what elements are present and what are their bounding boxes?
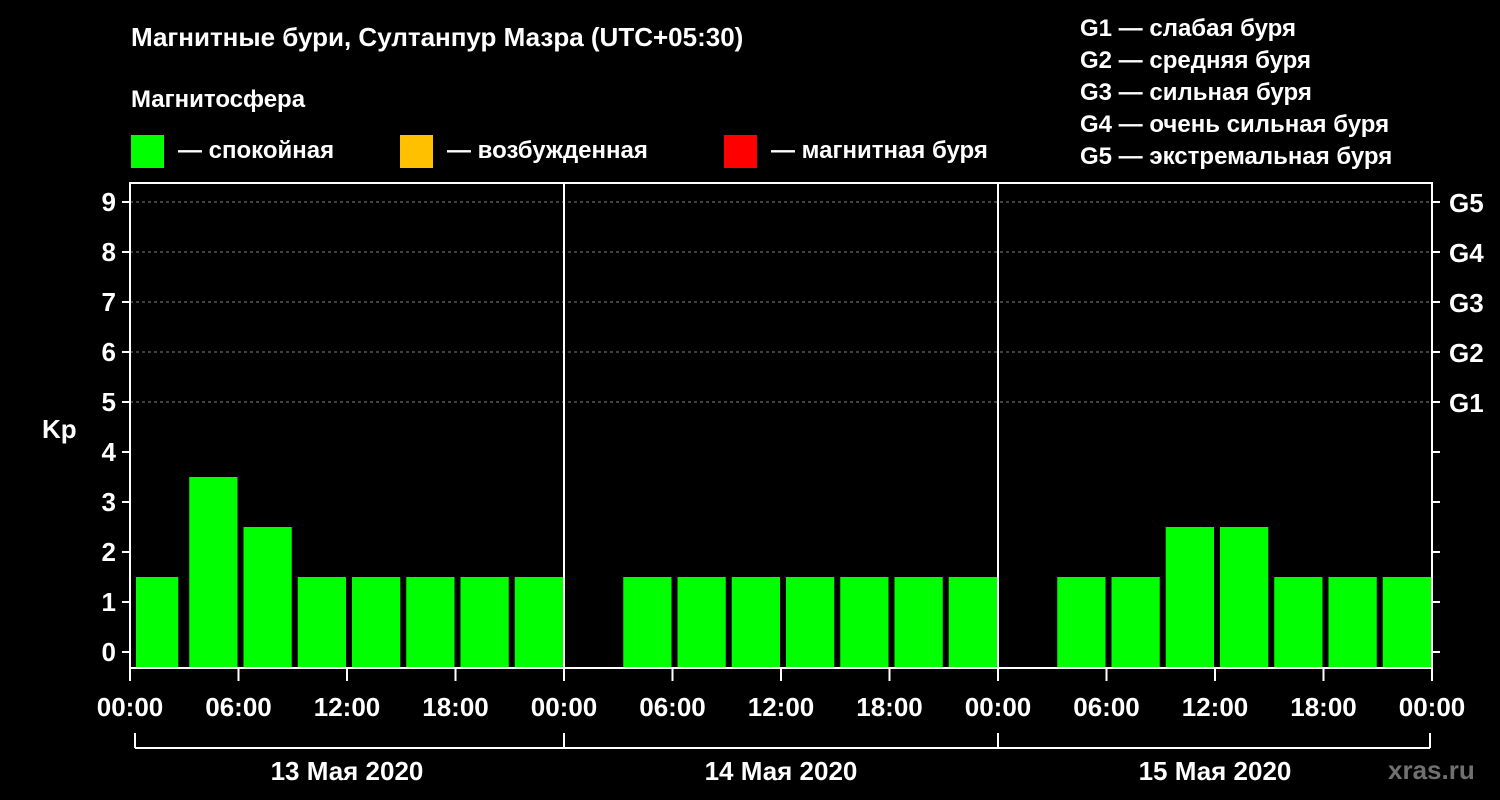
- bar: [297, 577, 346, 667]
- x-tick-label: 12:00: [748, 692, 815, 722]
- x-tick-label: 00:00: [97, 692, 164, 722]
- bar: [1111, 577, 1160, 667]
- bar: [677, 577, 726, 667]
- bar: [840, 577, 889, 667]
- y-tick-label: 3: [102, 487, 116, 517]
- y-tick-label: 9: [102, 187, 116, 217]
- x-tick-label: 06:00: [205, 692, 272, 722]
- right-axis-label-g4: G4: [1449, 238, 1484, 268]
- bar: [1328, 577, 1377, 667]
- bar: [460, 577, 509, 667]
- bar: [243, 527, 292, 667]
- bar: [189, 477, 238, 667]
- bar: [514, 577, 563, 667]
- x-tick-label: 00:00: [965, 692, 1032, 722]
- y-tick-label: 0: [102, 637, 116, 667]
- bar: [352, 577, 401, 667]
- day-label: 15 Мая 2020: [1139, 756, 1292, 786]
- right-axis-label-g3: G3: [1449, 288, 1484, 318]
- x-tick-label: 18:00: [1290, 692, 1357, 722]
- right-axis-label-g5: G5: [1449, 188, 1484, 218]
- bar: [623, 577, 672, 667]
- day-label: 14 Мая 2020: [705, 756, 858, 786]
- y-tick-label: 6: [102, 337, 116, 367]
- x-tick-label: 18:00: [422, 692, 489, 722]
- y-tick-label: 2: [102, 537, 116, 567]
- x-tick-label: 18:00: [856, 692, 923, 722]
- bar: [1274, 577, 1323, 667]
- bar: [731, 577, 780, 667]
- y-tick-label: 1: [102, 587, 116, 617]
- y-tick-label: 4: [102, 437, 117, 467]
- bar: [1165, 527, 1214, 667]
- right-axis-label-g2: G2: [1449, 338, 1484, 368]
- x-tick-label: 06:00: [1073, 692, 1140, 722]
- y-tick-label: 8: [102, 237, 116, 267]
- bar: [1220, 527, 1269, 667]
- y-tick-label: 7: [102, 287, 116, 317]
- bar: [406, 577, 455, 667]
- kp-chart: 0 1 2 3 4 5 6 7 8 9 G1 G2 G3 G4 G5 00:00 06:00 12:00 18:00…: [97, 182, 1484, 786]
- y-tick-label: 5: [102, 387, 116, 417]
- x-tick-label: 00:00: [1399, 692, 1466, 722]
- right-axis-label-g1: G1: [1449, 388, 1484, 418]
- x-tick-label: 12:00: [314, 692, 381, 722]
- bar: [948, 577, 997, 667]
- bar: [1382, 577, 1431, 667]
- bar: [136, 577, 179, 667]
- x-tick-label: 06:00: [639, 692, 706, 722]
- bar: [894, 577, 943, 667]
- bar: [1057, 577, 1106, 667]
- x-tick-label: 12:00: [1182, 692, 1249, 722]
- watermark: xras.ru: [1388, 755, 1475, 785]
- bar: [786, 577, 835, 667]
- day-label: 13 Мая 2020: [271, 756, 424, 786]
- x-tick-label: 00:00: [531, 692, 598, 722]
